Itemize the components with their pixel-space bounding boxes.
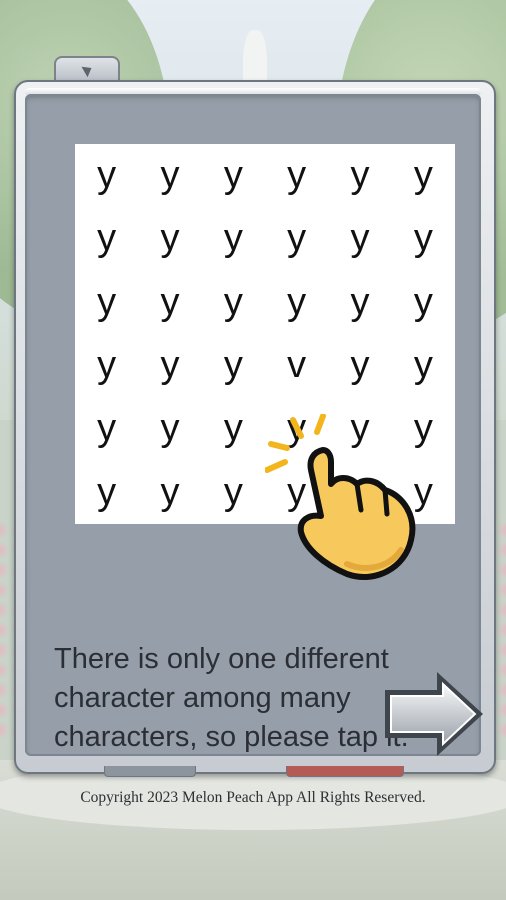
grid-cell[interactable]: y bbox=[202, 271, 265, 334]
grid-cell[interactable]: y bbox=[138, 207, 201, 270]
grid-cell[interactable]: y bbox=[265, 144, 328, 207]
grid-cell[interactable]: y bbox=[265, 271, 328, 334]
grid-cell[interactable]: y bbox=[75, 271, 138, 334]
copyright-text: Copyright 2023 Melon Peach App All Right… bbox=[80, 789, 426, 806]
grid-cell[interactable]: y bbox=[328, 144, 391, 207]
grid-cell[interactable]: y bbox=[138, 144, 201, 207]
grid-cell[interactable]: y bbox=[202, 144, 265, 207]
grid-cell[interactable]: v bbox=[265, 334, 328, 397]
grid-cell[interactable]: y bbox=[75, 461, 138, 524]
grid-cell[interactable]: y bbox=[75, 397, 138, 460]
grid-cell[interactable]: y bbox=[265, 397, 328, 460]
grid-cell[interactable]: y bbox=[328, 397, 391, 460]
grid-cell[interactable]: y bbox=[392, 144, 455, 207]
grid-cell[interactable]: y bbox=[202, 207, 265, 270]
grid-cell[interactable]: y bbox=[202, 334, 265, 397]
tutorial-dialog: yyyyyyyyyyyyyyyyyyyyyvyyyyyyyyyyyyyy The… bbox=[14, 80, 496, 774]
grid-cell[interactable]: y bbox=[392, 271, 455, 334]
bottom-tab-right bbox=[286, 766, 404, 777]
grid-cell[interactable]: y bbox=[392, 207, 455, 270]
grid-cell[interactable]: y bbox=[265, 461, 328, 524]
grid-cell[interactable]: y bbox=[75, 144, 138, 207]
back-arrow-icon bbox=[81, 62, 95, 78]
grid-cell[interactable]: y bbox=[138, 334, 201, 397]
grid-cell[interactable]: y bbox=[138, 397, 201, 460]
dialog-panel: yyyyyyyyyyyyyyyyyyyyyvyyyyyyyyyyyyyy The… bbox=[25, 94, 483, 756]
grid-cell[interactable]: y bbox=[328, 271, 391, 334]
grid-cell[interactable]: y bbox=[75, 334, 138, 397]
grid-cell[interactable]: y bbox=[202, 397, 265, 460]
grid-cell[interactable]: y bbox=[392, 461, 455, 524]
grid-cell[interactable]: y bbox=[328, 461, 391, 524]
next-button[interactable] bbox=[381, 668, 487, 760]
grid-cell[interactable]: y bbox=[202, 461, 265, 524]
grid-cell[interactable]: y bbox=[75, 207, 138, 270]
grid-cell[interactable]: y bbox=[392, 397, 455, 460]
bottom-tab-left bbox=[104, 766, 196, 777]
grid-cell[interactable]: y bbox=[138, 271, 201, 334]
grid-cell[interactable]: y bbox=[328, 207, 391, 270]
grid-cell[interactable]: y bbox=[265, 207, 328, 270]
grid-cell[interactable]: y bbox=[138, 461, 201, 524]
grid-cell[interactable]: y bbox=[392, 334, 455, 397]
character-grid: yyyyyyyyyyyyyyyyyyyyyvyyyyyyyyyyyyyy bbox=[75, 144, 455, 524]
grid-cell[interactable]: y bbox=[328, 334, 391, 397]
